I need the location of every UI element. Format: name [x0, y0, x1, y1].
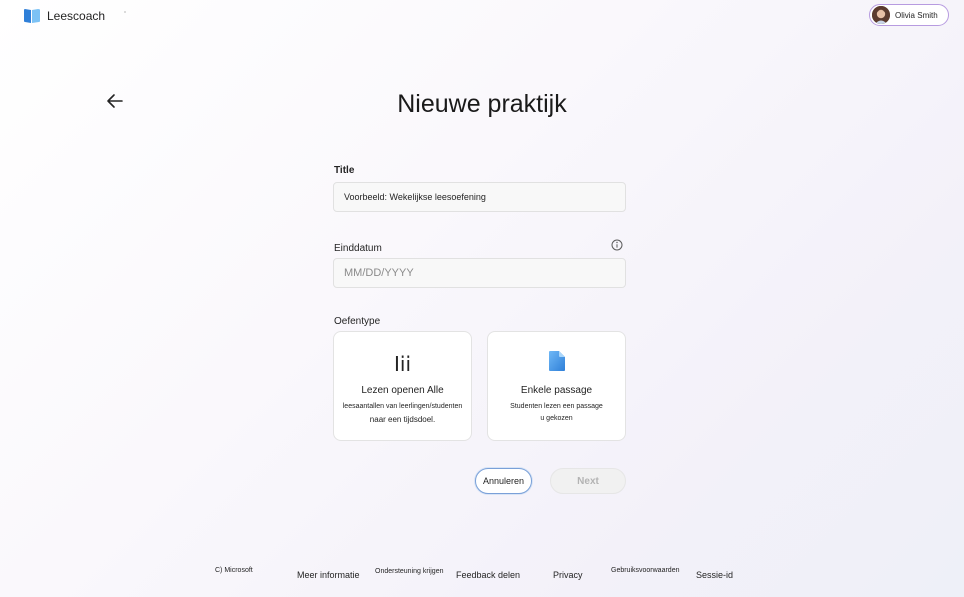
- practice-type-label: Oefentype: [334, 316, 381, 327]
- card-title: Lezen openen Alle: [361, 385, 444, 396]
- app-brand: Leescoach: [23, 8, 105, 24]
- header-divider: [124, 11, 126, 13]
- user-name: Olivia Smith: [895, 10, 938, 20]
- document-icon: [549, 351, 565, 371]
- page-title: Nieuwe praktijk: [397, 90, 567, 118]
- book-logo-icon: [24, 9, 40, 23]
- footer-link-more-info[interactable]: Meer informatie: [297, 570, 360, 580]
- practice-type-card-single-passage[interactable]: Enkele passage Studenten lezen een passa…: [487, 331, 626, 441]
- footer-copyright: C) Microsoft: [215, 567, 253, 574]
- next-button[interactable]: Next: [550, 468, 626, 494]
- footer-link-privacy[interactable]: Privacy: [553, 570, 583, 580]
- due-date-input[interactable]: [333, 258, 626, 288]
- cancel-button[interactable]: Annuleren: [475, 468, 532, 494]
- card-title: Enkele passage: [520, 385, 593, 396]
- title-label: Title: [334, 165, 355, 176]
- user-avatar: [872, 6, 890, 24]
- due-date-label: Einddatum: [334, 243, 382, 254]
- info-icon[interactable]: [611, 239, 623, 251]
- card-description: leesaantallen van leerlingen/studenten n…: [342, 403, 463, 424]
- books-icon: Iii: [393, 352, 411, 376]
- footer-link-support[interactable]: Ondersteuning krijgen: [375, 568, 444, 575]
- user-account-button[interactable]: Olivia Smith: [869, 4, 949, 26]
- footer-link-session-id[interactable]: Sessie-id: [696, 570, 733, 580]
- title-input[interactable]: [333, 182, 626, 212]
- app-name: Leescoach: [47, 9, 106, 23]
- practice-type-card-open-reading[interactable]: Iii Lezen openen Alle leesaantallen van …: [333, 331, 472, 441]
- footer-link-feedback[interactable]: Feedback delen: [456, 570, 520, 580]
- footer-link-terms[interactable]: Gebruiksvoorwaarden: [611, 567, 679, 574]
- card-description: Studenten lezen een passage u gekozen: [510, 403, 603, 422]
